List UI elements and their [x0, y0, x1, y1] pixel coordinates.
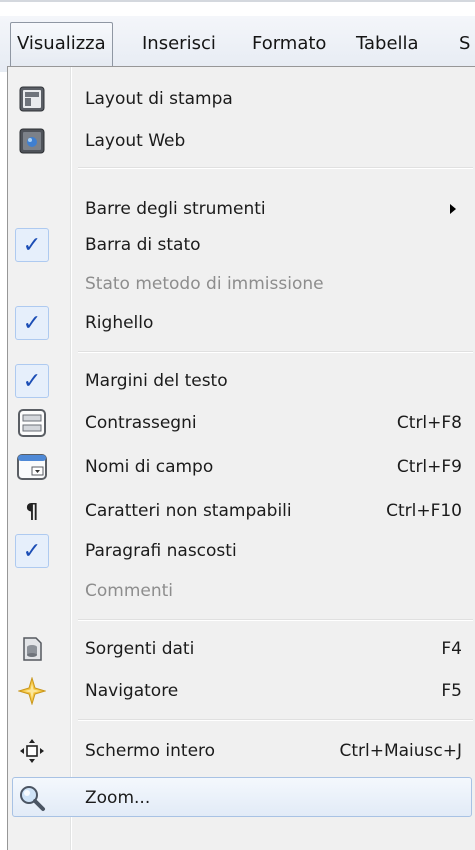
menu-item-sorgenti-dati[interactable]: Sorgenti dati F4	[9, 629, 475, 669]
field-shadings-icon	[15, 406, 49, 440]
checkmark-icon: ✓	[15, 306, 49, 340]
menu-item-righello[interactable]: ✓ Righello	[9, 303, 475, 343]
menu-item-shortcut: F4	[441, 639, 462, 659]
menu-item-shortcut: Ctrl+F8	[396, 413, 462, 433]
menu-separator	[78, 619, 473, 621]
menu-separator	[78, 167, 473, 169]
web-layout-icon	[15, 124, 49, 158]
menu-item-layout-di-stampa[interactable]: Layout di stampa	[9, 79, 475, 119]
menu-item-shortcut: F5	[441, 681, 462, 701]
checkmark-icon: ✓	[15, 534, 49, 568]
menu-item-shortcut: Ctrl+Maiusc+J	[339, 741, 462, 761]
view-menu-dropdown: Layout di stampa Layout Web Barre degli …	[7, 66, 475, 850]
menu-item-label: Layout di stampa	[85, 89, 233, 109]
menu-separator	[78, 351, 473, 353]
menu-item-nomi-di-campo[interactable]: Nomi di campo Ctrl+F9	[9, 447, 475, 487]
menu-formato[interactable]: Formato	[246, 22, 332, 66]
data-sources-icon	[15, 632, 49, 666]
menu-item-label: Contrassegni	[85, 413, 197, 433]
menu-item-label: Caratteri non stampabili	[85, 501, 292, 521]
menu-tabella[interactable]: Tabella	[350, 22, 425, 66]
menu-visualizza[interactable]: Visualizza	[10, 22, 113, 70]
menu-item-navigatore[interactable]: Navigatore F5	[9, 671, 475, 711]
menu-item-label: Righello	[85, 313, 154, 333]
menu-item-barre-degli-strumenti[interactable]: Barre degli strumenti	[9, 189, 475, 229]
field-names-icon	[15, 450, 49, 484]
menu-item-label: Navigatore	[85, 681, 179, 701]
menu-item-zoom[interactable]: Zoom...	[12, 777, 472, 817]
menu-item-label: Layout Web	[85, 131, 186, 151]
menu-item-label: Nomi di campo	[85, 457, 214, 477]
menu-item-label: Barre degli strumenti	[85, 199, 266, 219]
menu-item-label: Sorgenti dati	[85, 639, 195, 659]
menu-item-label: Barra di stato	[85, 235, 201, 255]
menu-item-shortcut: Ctrl+F10	[386, 501, 462, 521]
menu-item-contrassegni[interactable]: Contrassegni Ctrl+F8	[9, 403, 475, 443]
menu-item-label: Stato metodo di immissione	[85, 274, 324, 294]
menu-item-label: Commenti	[85, 581, 174, 601]
menu-item-stato-metodo-di-immissione: Stato metodo di immissione	[9, 264, 475, 304]
menu-item-barra-di-stato[interactable]: ✓ Barra di stato	[9, 225, 475, 265]
submenu-arrow-icon	[450, 204, 456, 214]
menu-item-layout-web[interactable]: Layout Web	[9, 121, 475, 161]
pilcrow-icon: ¶	[25, 499, 39, 523]
navigator-icon	[15, 674, 49, 708]
print-layout-icon	[15, 82, 49, 116]
menu-item-caratteri-non-stampabili[interactable]: ¶ Caratteri non stampabili Ctrl+F10	[9, 491, 475, 531]
checkmark-icon: ✓	[15, 228, 49, 262]
menu-bar: Visualizza Inserisci Formato Tabella S	[0, 0, 475, 72]
menu-item-commenti: Commenti	[9, 571, 475, 611]
checkmark-icon: ✓	[15, 364, 49, 398]
menu-s-truncated[interactable]: S	[453, 22, 475, 66]
menu-separator	[78, 719, 473, 721]
full-screen-icon	[15, 734, 49, 768]
menu-item-label: Zoom...	[85, 788, 151, 808]
menu-item-label: Paragrafi nascosti	[85, 541, 237, 561]
menu-item-paragrafi-nascosti[interactable]: ✓ Paragrafi nascosti	[9, 531, 475, 571]
menu-item-label: Margini del testo	[85, 371, 228, 391]
menu-item-margini-del-testo[interactable]: ✓ Margini del testo	[9, 361, 475, 401]
menu-inserisci[interactable]: Inserisci	[136, 22, 222, 66]
menu-item-schermo-intero[interactable]: Schermo intero Ctrl+Maiusc+J	[9, 731, 475, 771]
menu-item-shortcut: Ctrl+F9	[396, 457, 462, 477]
menu-item-label: Schermo intero	[85, 741, 216, 761]
zoom-icon	[15, 781, 49, 815]
